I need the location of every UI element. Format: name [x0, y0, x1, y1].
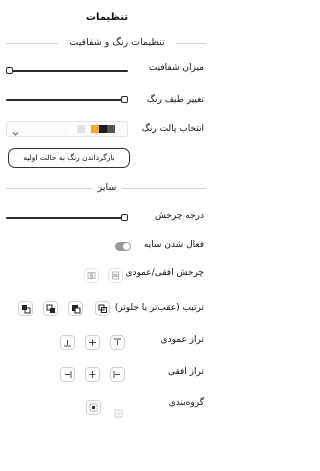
spectrum-slider-thumb[interactable] — [121, 96, 128, 103]
order-label: ترتیب (عقب‌تر یا جلوتر) — [114, 303, 204, 313]
align-center-button[interactable] — [85, 367, 100, 382]
align-left-button[interactable] — [110, 367, 125, 382]
palette-label: انتخاب پالت رنگ — [141, 124, 204, 134]
align-left-icon — [113, 371, 120, 378]
rotation-slider-thumb[interactable] — [121, 214, 128, 221]
align-middle-icon — [89, 339, 96, 346]
flip-label: چرخش افقی/عمودی — [125, 268, 204, 278]
spectrum-label: تغییر طیف رنگ — [146, 95, 204, 105]
shadow-toggle[interactable] — [115, 242, 131, 251]
palette-swatch — [91, 125, 99, 133]
section-title-color: تنظیمات رنگ و شفافیت — [58, 37, 176, 48]
reset-color-button[interactable]: بازگرداندن رنگ به حالت اولیه — [8, 148, 130, 168]
send-backward-icon — [71, 304, 80, 313]
flip-vertical-icon — [111, 271, 120, 280]
palette-swatch — [77, 125, 85, 133]
spectrum-slider-track — [6, 99, 128, 101]
rotation-label: درجه چرخش — [154, 211, 204, 221]
send-backward-button[interactable] — [68, 301, 83, 316]
palette-swatch — [107, 125, 115, 133]
align-right-icon — [65, 371, 72, 378]
ungroup-icon — [114, 409, 123, 418]
align-middle-button[interactable] — [85, 335, 100, 350]
halign-label: تراز افقی — [167, 367, 204, 377]
palette-picker[interactable] — [6, 121, 128, 137]
valign-label: تراز عمودی — [160, 335, 204, 345]
bring-forward-button[interactable] — [18, 301, 33, 316]
shadow-toggle-knob — [123, 243, 130, 250]
opacity-slider-track — [6, 70, 128, 72]
send-to-back-icon — [98, 304, 107, 313]
palette-swatch — [69, 125, 77, 133]
panel-title: تنظیمات — [85, 12, 129, 23]
rotation-slider-track — [6, 217, 128, 219]
grouping-label: گروه‌بندی — [168, 398, 204, 408]
align-right-button[interactable] — [60, 367, 75, 382]
spectrum-slider[interactable] — [6, 95, 128, 105]
palette-swatch — [99, 125, 107, 133]
flip-horizontal-icon — [87, 271, 96, 280]
align-bottom-icon — [64, 340, 71, 347]
rotation-slider[interactable] — [6, 213, 128, 223]
opacity-slider-thumb[interactable] — [6, 67, 13, 74]
bring-to-front-icon — [46, 304, 55, 313]
shadow-label: فعال شدن سایه — [143, 240, 204, 250]
align-center-icon — [89, 371, 96, 378]
opacity-label: میزان شفافیت — [148, 63, 204, 73]
ungroup-button[interactable] — [114, 403, 123, 418]
send-to-back-button[interactable] — [95, 301, 110, 316]
bring-to-front-button[interactable] — [43, 301, 58, 316]
align-top-button[interactable] — [110, 335, 125, 350]
align-bottom-button[interactable] — [60, 335, 75, 350]
bring-forward-icon — [21, 304, 30, 313]
chevron-down-icon — [11, 124, 20, 143]
flip-horizontal-button[interactable] — [84, 268, 99, 283]
opacity-slider[interactable] — [6, 66, 128, 76]
align-top-icon — [114, 338, 121, 345]
group-icon — [89, 403, 98, 412]
group-button[interactable] — [86, 400, 101, 415]
section-title-other: سایر — [92, 182, 122, 193]
flip-vertical-button[interactable] — [108, 268, 123, 283]
